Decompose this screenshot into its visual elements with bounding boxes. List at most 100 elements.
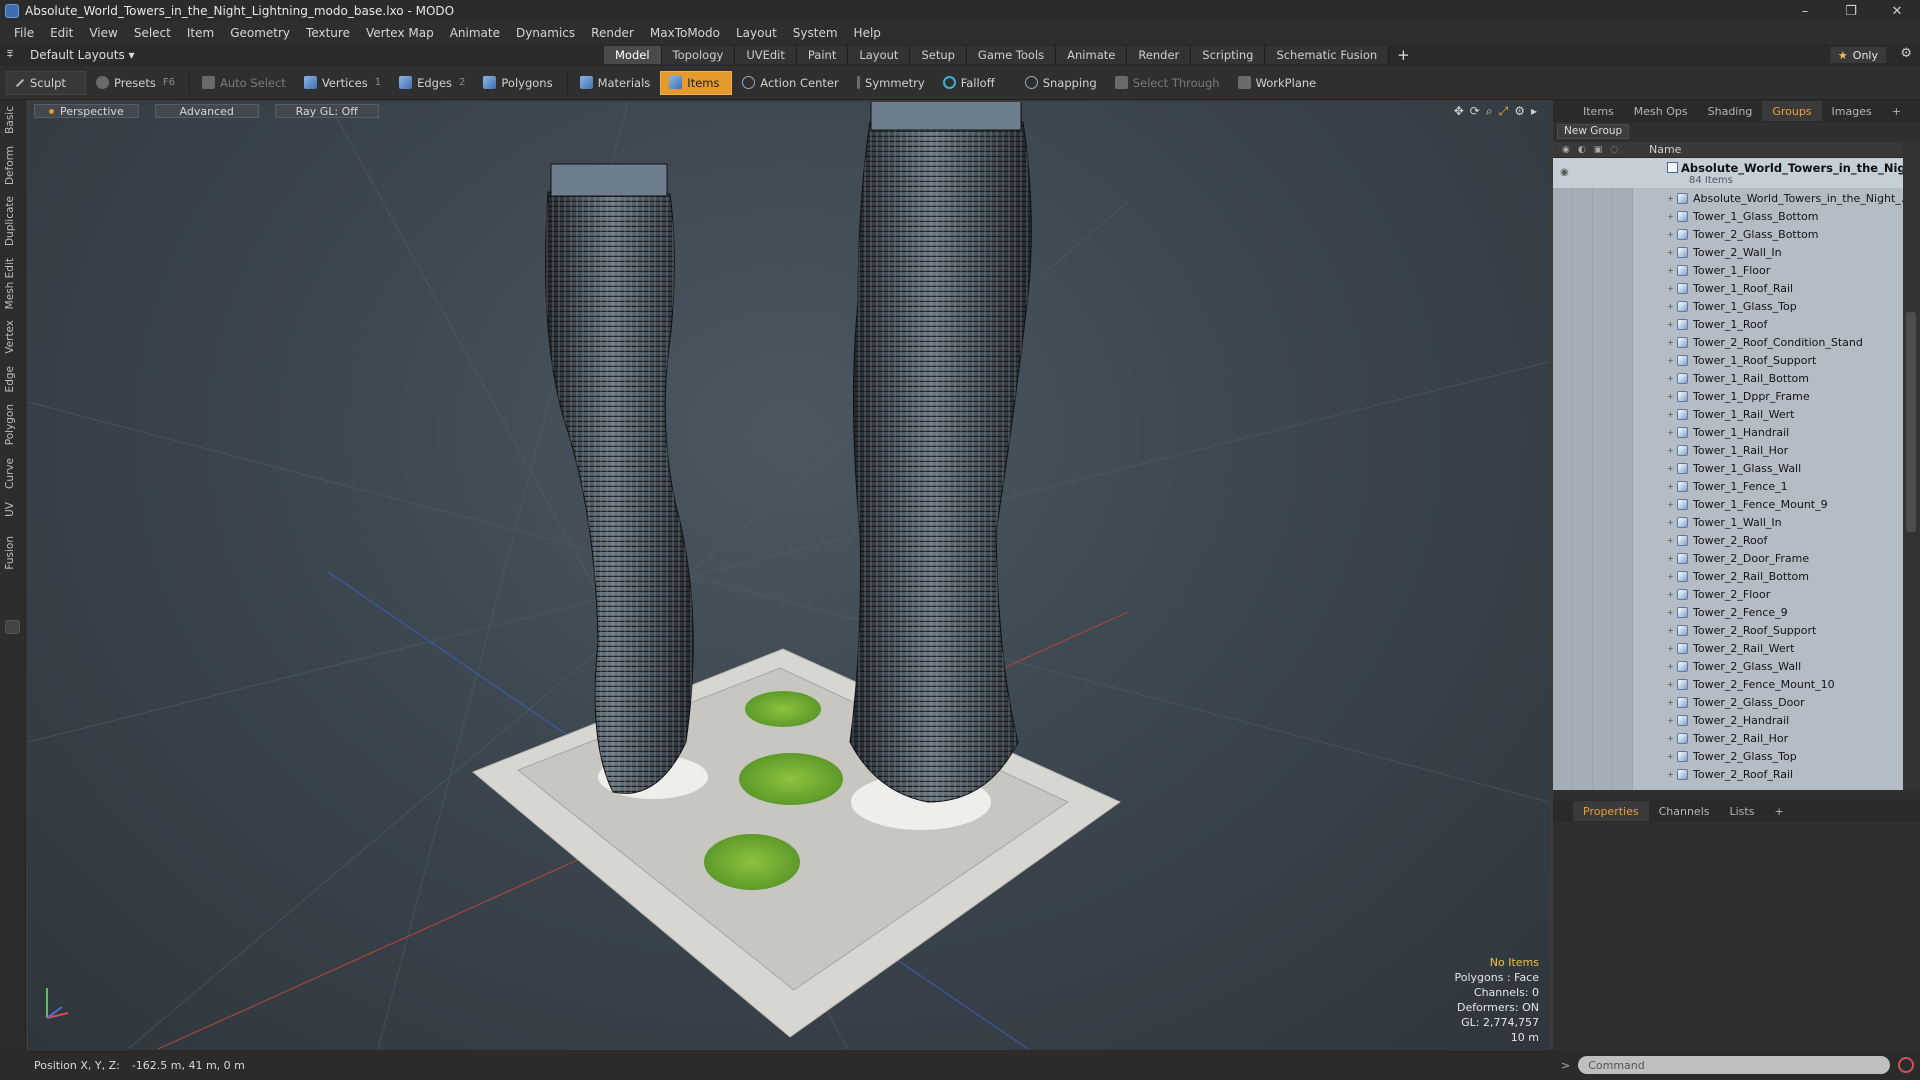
expand-icon[interactable]: +: [1667, 374, 1674, 383]
tab-scripting[interactable]: Scripting: [1191, 46, 1266, 64]
list-item[interactable]: + Tower_2_Glass_Wall: [1553, 657, 1903, 675]
expand-icon[interactable]: +: [1667, 230, 1674, 239]
expand-icon[interactable]: +: [1667, 194, 1674, 203]
eye-icon[interactable]: ◉: [1560, 167, 1569, 178]
add-panel-tab-button[interactable]: +: [1882, 101, 1911, 121]
expand-icon[interactable]: +: [1667, 446, 1674, 455]
tab-lists[interactable]: Lists: [1720, 801, 1765, 821]
expand-icon[interactable]: +: [1667, 662, 1674, 671]
lock-icon[interactable]: ▣: [1594, 145, 1603, 155]
only-button[interactable]: ★ Only: [1829, 47, 1886, 63]
expand-icon[interactable]: +: [1667, 464, 1674, 473]
tab-deform[interactable]: Deform: [4, 146, 16, 185]
tab-basic[interactable]: Basic: [4, 106, 16, 134]
fit-view-icon[interactable]: ⤢: [1499, 104, 1509, 119]
tab-images[interactable]: Images: [1822, 101, 1882, 121]
edges-button[interactable]: Edges 2: [391, 71, 473, 95]
menu-dynamics[interactable]: Dynamics: [508, 26, 583, 40]
expand-icon[interactable]: +: [1667, 680, 1674, 689]
list-item[interactable]: + Tower_1_Fence_Mount_9: [1553, 495, 1903, 513]
tab-schematic-fusion[interactable]: Schematic Fusion: [1265, 46, 1390, 64]
list-item[interactable]: + Tower_1_Wall_In: [1553, 513, 1903, 531]
menu-edit[interactable]: Edit: [42, 26, 81, 40]
tab-channels[interactable]: Channels: [1649, 801, 1720, 821]
polygons-button[interactable]: Polygons: [475, 71, 560, 95]
gear-icon[interactable]: ⚙: [1900, 46, 1912, 61]
menu-vertex-map[interactable]: Vertex Map: [358, 26, 442, 40]
visibility-icon[interactable]: ◉: [1562, 145, 1570, 155]
select-through-button[interactable]: Select Through: [1107, 71, 1228, 95]
expand-icon[interactable]: +: [1667, 554, 1674, 563]
items-button[interactable]: Items: [660, 70, 733, 95]
menu-layout[interactable]: Layout: [728, 26, 785, 40]
group-list[interactable]: ◉ Absolute_World_Towers_in_the_Nig... 84…: [1553, 158, 1903, 790]
expand-icon[interactable]: +: [1667, 770, 1674, 779]
list-item[interactable]: + Tower_1_Dppr_Frame: [1553, 387, 1903, 405]
tab-properties[interactable]: Properties: [1573, 801, 1649, 821]
list-item[interactable]: + Tower_2_Fence_9: [1553, 603, 1903, 621]
list-item[interactable]: + Tower_1_Handrail: [1553, 423, 1903, 441]
tab-groups[interactable]: Groups: [1762, 101, 1822, 121]
menu-maxtomodo[interactable]: MaxToModo: [642, 26, 728, 40]
menu-texture[interactable]: Texture: [298, 26, 358, 40]
list-item[interactable]: + Tower_1_Glass_Top: [1553, 297, 1903, 315]
sculpt-button[interactable]: Sculpt: [6, 70, 86, 95]
menu-system[interactable]: System: [785, 26, 846, 40]
action-center-button[interactable]: Action Center: [734, 71, 846, 95]
tab-topology[interactable]: Topology: [661, 46, 736, 64]
expand-icon[interactable]: +: [1667, 410, 1674, 419]
command-input[interactable]: Command: [1578, 1056, 1891, 1074]
expand-arrow-icon[interactable]: ▸: [1531, 104, 1537, 119]
expand-icon[interactable]: +: [1667, 338, 1674, 347]
expand-icon[interactable]: +: [1667, 644, 1674, 653]
list-item[interactable]: + Tower_1_Glass_Wall: [1553, 459, 1903, 477]
menu-geometry[interactable]: Geometry: [222, 26, 298, 40]
close-button[interactable]: ✕: [1874, 0, 1920, 22]
scrollbar-thumb[interactable]: [1906, 312, 1916, 532]
expand-icon[interactable]: +: [1667, 626, 1674, 635]
list-item[interactable]: + Tower_2_Rail_Hor: [1553, 729, 1903, 747]
tab-animate[interactable]: Animate: [1056, 46, 1128, 64]
vertices-button[interactable]: Vertices 1: [296, 71, 389, 95]
tab-curve[interactable]: Curve: [4, 458, 16, 489]
list-item[interactable]: + Tower_1_Roof_Rail: [1553, 279, 1903, 297]
expand-icon[interactable]: +: [1667, 698, 1674, 707]
list-item[interactable]: + Tower_2_Rail_Wert: [1553, 639, 1903, 657]
render-icon[interactable]: ◐: [1578, 145, 1586, 155]
expand-icon[interactable]: +: [1667, 482, 1674, 491]
expand-icon[interactable]: +: [1667, 266, 1674, 275]
expand-icon[interactable]: +: [1667, 212, 1674, 221]
layout-collapse-icon[interactable]: ⩱: [0, 48, 20, 62]
list-item[interactable]: + Tower_2_Handrail: [1553, 711, 1903, 729]
list-item[interactable]: + Tower_1_Rail_Wert: [1553, 405, 1903, 423]
tab-uvedit[interactable]: UVEdit: [735, 46, 797, 64]
menu-view[interactable]: View: [81, 26, 125, 40]
list-item[interactable]: + Tower_2_Fence_Mount_10: [1553, 675, 1903, 693]
tab-vertex[interactable]: Vertex: [4, 320, 16, 354]
expand-icon[interactable]: +: [1667, 356, 1674, 365]
list-item[interactable]: + Tower_2_Wall_In: [1553, 243, 1903, 261]
advanced-button[interactable]: Advanced: [154, 104, 259, 118]
menu-render[interactable]: Render: [583, 26, 642, 40]
workplane-button[interactable]: WorkPlane: [1230, 71, 1325, 95]
list-item[interactable]: + Tower_2_Glass_Bottom: [1553, 225, 1903, 243]
menu-select[interactable]: Select: [126, 26, 179, 40]
tab-render[interactable]: Render: [1127, 46, 1192, 64]
viewport-settings-icon[interactable]: ⚙: [1514, 104, 1525, 119]
expand-icon[interactable]: +: [1667, 734, 1674, 743]
new-group-button[interactable]: New Group: [1557, 123, 1630, 139]
expand-icon[interactable]: +: [1667, 536, 1674, 545]
3d-viewport[interactable]: Perspective Advanced Ray GL: Off ✥ ⟳ ⌕ ⤢…: [28, 102, 1549, 1049]
tab-model[interactable]: Model: [604, 46, 662, 64]
list-item[interactable]: + Tower_1_Rail_Bottom: [1553, 369, 1903, 387]
expand-icon[interactable]: +: [1667, 320, 1674, 329]
list-item[interactable]: + Tower_1_Roof: [1553, 315, 1903, 333]
tab-paint[interactable]: Paint: [796, 46, 849, 64]
tab-polygon[interactable]: Polygon: [4, 404, 16, 445]
list-item[interactable]: + Tower_1_Floor: [1553, 261, 1903, 279]
auto-select-button[interactable]: Auto Select: [194, 71, 294, 95]
add-tab-button[interactable]: +: [1389, 46, 1418, 64]
panel-toggle-icon[interactable]: [5, 620, 20, 634]
list-item[interactable]: + Tower_2_Rail_Bottom: [1553, 567, 1903, 585]
tab-fusion[interactable]: Fusion: [4, 536, 16, 570]
